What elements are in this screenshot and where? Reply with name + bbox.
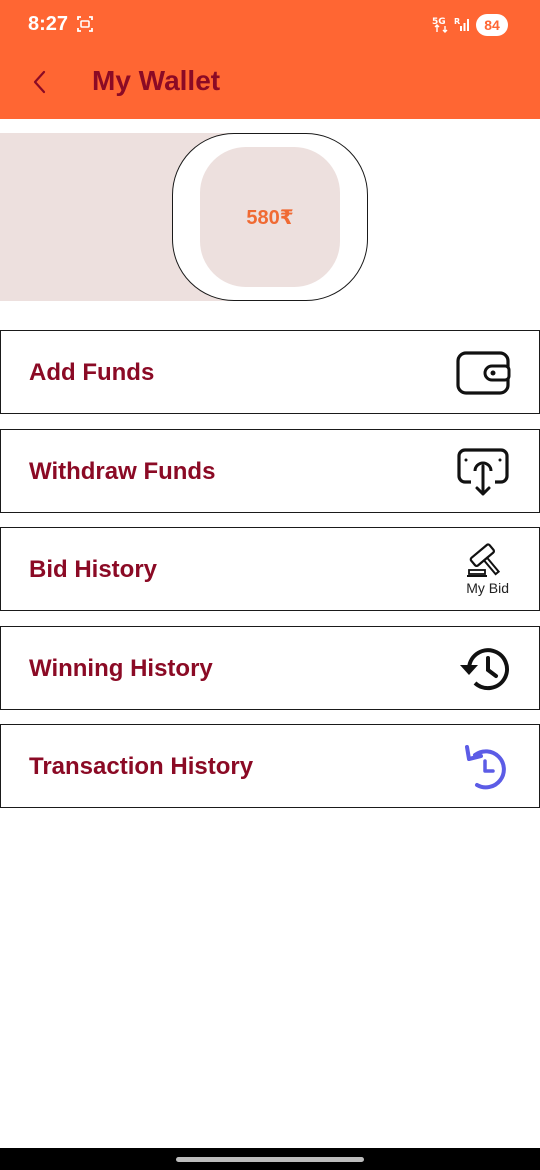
gavel-icon — [467, 543, 501, 577]
undo-clock-icon — [465, 745, 506, 790]
page-title: My Wallet — [92, 65, 221, 96]
balance-card: 580₹ — [200, 147, 340, 287]
add-funds-button[interactable]: Add Funds — [0, 330, 540, 414]
my-bid-caption: My Bid — [466, 580, 509, 596]
menu-item-label: Winning History — [29, 655, 213, 682]
menu-item-label: Add Funds — [29, 359, 155, 386]
wallet-balance: 580₹ — [246, 206, 294, 229]
svg-text:R: R — [454, 17, 460, 26]
app-bar: My Wallet — [0, 50, 540, 119]
menu-item-label: Bid History — [29, 556, 158, 583]
winning-history-button[interactable]: Winning History — [0, 626, 540, 710]
status-time: 8:27 — [28, 13, 69, 35]
bid-history-button[interactable]: Bid History My Bid — [0, 527, 540, 611]
signal-icon: R — [454, 17, 469, 31]
back-arrow-icon[interactable] — [26, 67, 56, 97]
network-5g-icon: 5G — [432, 17, 448, 33]
battery-indicator: 84 — [476, 14, 508, 36]
withdraw-icon — [457, 448, 509, 496]
history-icon — [460, 648, 509, 691]
transaction-history-button[interactable]: Transaction History — [0, 724, 540, 808]
menu-item-label: Transaction History — [29, 753, 254, 780]
status-bar: 8:27 5G R 84 — [0, 0, 540, 50]
wallet-icon — [456, 351, 511, 395]
screen-record-icon — [77, 16, 93, 32]
withdraw-funds-button[interactable]: Withdraw Funds — [0, 429, 540, 513]
menu-item-label: Withdraw Funds — [29, 458, 216, 485]
home-indicator[interactable] — [176, 1157, 364, 1162]
svg-text:5G: 5G — [432, 17, 446, 27]
system-nav-bar — [0, 1148, 540, 1170]
